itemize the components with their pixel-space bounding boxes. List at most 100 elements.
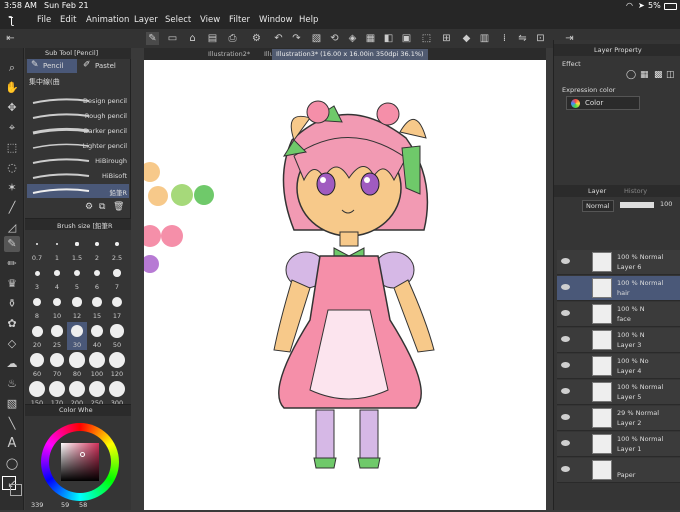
visibility-eye-icon[interactable] bbox=[561, 440, 570, 446]
layer-row[interactable]: 100 % N face bbox=[557, 302, 680, 327]
menu-file[interactable]: File bbox=[37, 15, 51, 25]
redo-icon[interactable]: ↷ bbox=[290, 32, 303, 45]
brush-size-option[interactable]: 1 bbox=[47, 235, 67, 263]
undo-icon[interactable]: ↶ bbox=[272, 32, 285, 45]
visibility-eye-icon[interactable] bbox=[561, 258, 570, 264]
brush-size-option[interactable]: 5 bbox=[67, 264, 87, 292]
brush-size-option[interactable]: 8 bbox=[27, 293, 47, 321]
balloon-icon[interactable]: ◯ bbox=[4, 456, 20, 472]
flip-icon[interactable]: ⇋ bbox=[516, 32, 529, 45]
blend-icon[interactable]: ☁ bbox=[4, 356, 20, 372]
crop-icon[interactable]: ◿ bbox=[4, 220, 20, 236]
new-file-icon[interactable]: ▭ bbox=[166, 32, 179, 45]
drawing-canvas[interactable] bbox=[139, 60, 546, 510]
eyedropper-icon[interactable]: ╱ bbox=[4, 200, 20, 216]
brush-size-option[interactable]: 60 bbox=[27, 351, 47, 379]
collapse-panel-icon[interactable]: ⇤ bbox=[4, 32, 17, 45]
app-logo-icon[interactable]: ƪ bbox=[10, 14, 14, 27]
brush-size-option[interactable]: 30 bbox=[67, 322, 87, 350]
brush-size-option[interactable]: 12 bbox=[67, 293, 87, 321]
border-effect-icon[interactable]: ◯ bbox=[626, 70, 636, 80]
menu-animation[interactable]: Animation bbox=[86, 15, 129, 25]
brush-item[interactable]: HiBisoft bbox=[27, 169, 129, 183]
transform-icon[interactable]: ⬚ bbox=[420, 32, 433, 45]
zoom-icon[interactable]: ⌕ bbox=[4, 60, 20, 76]
guide-icon[interactable]: ⊡ bbox=[534, 32, 547, 45]
brush-size-option[interactable]: 4 bbox=[47, 264, 67, 292]
visibility-eye-icon[interactable] bbox=[561, 336, 570, 342]
brush-size-option[interactable]: 15 bbox=[87, 293, 107, 321]
snap-icon[interactable]: ⊞ bbox=[440, 32, 453, 45]
brush-size-option[interactable]: 2 bbox=[87, 235, 107, 263]
rotate-icon[interactable]: ⟲ bbox=[328, 32, 341, 45]
brush-size-option[interactable]: 80 bbox=[67, 351, 87, 379]
brush-size-option[interactable]: 0.7 bbox=[27, 235, 47, 263]
fill-icon[interactable]: ◈ bbox=[346, 32, 359, 45]
hand-icon[interactable]: ✋ bbox=[4, 80, 20, 96]
auto-select-icon[interactable]: ⌖ bbox=[4, 120, 20, 136]
expression-color-select[interactable]: Color bbox=[566, 96, 640, 110]
brush-size-option[interactable]: 1.5 bbox=[67, 235, 87, 263]
layer-row[interactable]: 100 % N Layer 3 bbox=[557, 328, 680, 353]
layer-row[interactable]: 29 % Normal Layer 2 bbox=[557, 406, 680, 431]
menu-filter[interactable]: Filter bbox=[229, 15, 250, 25]
visibility-eye-icon[interactable] bbox=[561, 466, 570, 472]
brush-size-option[interactable]: 6 bbox=[87, 264, 107, 292]
blend-mode-select[interactable]: Normal bbox=[582, 200, 614, 212]
brush-size-option[interactable]: 20 bbox=[27, 322, 47, 350]
move-icon[interactable]: ✥ bbox=[4, 100, 20, 116]
decoration-icon[interactable]: ✿ bbox=[4, 316, 20, 332]
brush-icon[interactable]: ♛ bbox=[4, 276, 20, 292]
menu-edit[interactable]: Edit bbox=[60, 15, 76, 25]
layer-tab[interactable]: Layer bbox=[588, 187, 606, 195]
layer-row[interactable]: 100 % No Layer 4 bbox=[557, 354, 680, 379]
figure-icon[interactable]: ╲ bbox=[4, 416, 20, 432]
menu-layer[interactable]: Layer bbox=[134, 15, 158, 25]
save-icon[interactable]: ▤ bbox=[206, 32, 219, 45]
opacity-slider[interactable] bbox=[620, 202, 654, 208]
brush-settings-icon[interactable]: ⚙ bbox=[85, 202, 93, 212]
layers-icon[interactable]: ◆ bbox=[460, 32, 473, 45]
fill-bucket-icon[interactable]: ♨ bbox=[4, 376, 20, 392]
copy-brush-icon[interactable]: ⧉ bbox=[99, 202, 105, 212]
brush-item[interactable]: Design pencil bbox=[27, 94, 129, 108]
layer-property-tab[interactable]: Layer Property bbox=[594, 46, 642, 54]
brush-size-option[interactable]: 70 bbox=[47, 351, 67, 379]
visibility-eye-icon[interactable] bbox=[561, 310, 570, 316]
visibility-eye-icon[interactable] bbox=[561, 388, 570, 394]
layer-row[interactable]: Paper bbox=[557, 458, 680, 483]
menu-window[interactable]: Window bbox=[259, 15, 293, 25]
grid-icon[interactable]: ⁞ bbox=[498, 32, 511, 45]
brush-item[interactable]: Darker pencil bbox=[27, 124, 129, 138]
sub-color-swatch[interactable] bbox=[10, 484, 22, 496]
saturation-value-square[interactable] bbox=[61, 443, 99, 481]
brush-size-option[interactable]: 25 bbox=[47, 322, 67, 350]
layer-row[interactable]: 100 % Normal Layer 1 bbox=[557, 432, 680, 457]
brush-size-option[interactable]: 40 bbox=[87, 322, 107, 350]
layer-row[interactable]: 100 % Normal Layer 6 bbox=[557, 250, 680, 275]
pencil-icon[interactable]: ✏ bbox=[4, 256, 20, 272]
tab-pastel[interactable]: Pastel ✐ bbox=[79, 59, 129, 73]
selection-icon[interactable]: ⬚ bbox=[4, 140, 20, 156]
history-tab[interactable]: History bbox=[624, 187, 647, 195]
eraser-icon[interactable]: ◇ bbox=[4, 336, 20, 352]
settings-icon[interactable]: ⚙ bbox=[250, 32, 263, 45]
layer-row[interactable]: 100 % Normal Layer 5 bbox=[557, 380, 680, 405]
clear-icon[interactable]: ▧ bbox=[310, 32, 323, 45]
layer-color-icon[interactable]: ▩ bbox=[654, 70, 663, 80]
brush-size-option[interactable]: 7 bbox=[107, 264, 127, 292]
brush-size-option[interactable]: 17 bbox=[107, 293, 127, 321]
export-icon[interactable]: ⎙ bbox=[226, 32, 239, 45]
brush-size-option[interactable]: 2.5 bbox=[107, 235, 127, 263]
menu-select[interactable]: Select bbox=[165, 15, 191, 25]
invert-icon[interactable]: ◧ bbox=[382, 32, 395, 45]
lasso-icon[interactable]: ◌ bbox=[4, 160, 20, 176]
visibility-eye-icon[interactable] bbox=[561, 284, 570, 290]
tab-illustration2[interactable]: Illustration2* bbox=[204, 49, 254, 60]
tone-effect-icon[interactable]: ▦ bbox=[640, 70, 649, 80]
brush-item[interactable]: Rough pencil bbox=[27, 109, 129, 123]
ruler-icon[interactable]: ▥ bbox=[478, 32, 491, 45]
pencil-cmd-icon[interactable]: ✎ bbox=[146, 32, 159, 45]
brush-item[interactable]: HiBirough bbox=[27, 154, 129, 168]
layer-row[interactable]: 100 % Normal hair bbox=[557, 276, 680, 301]
